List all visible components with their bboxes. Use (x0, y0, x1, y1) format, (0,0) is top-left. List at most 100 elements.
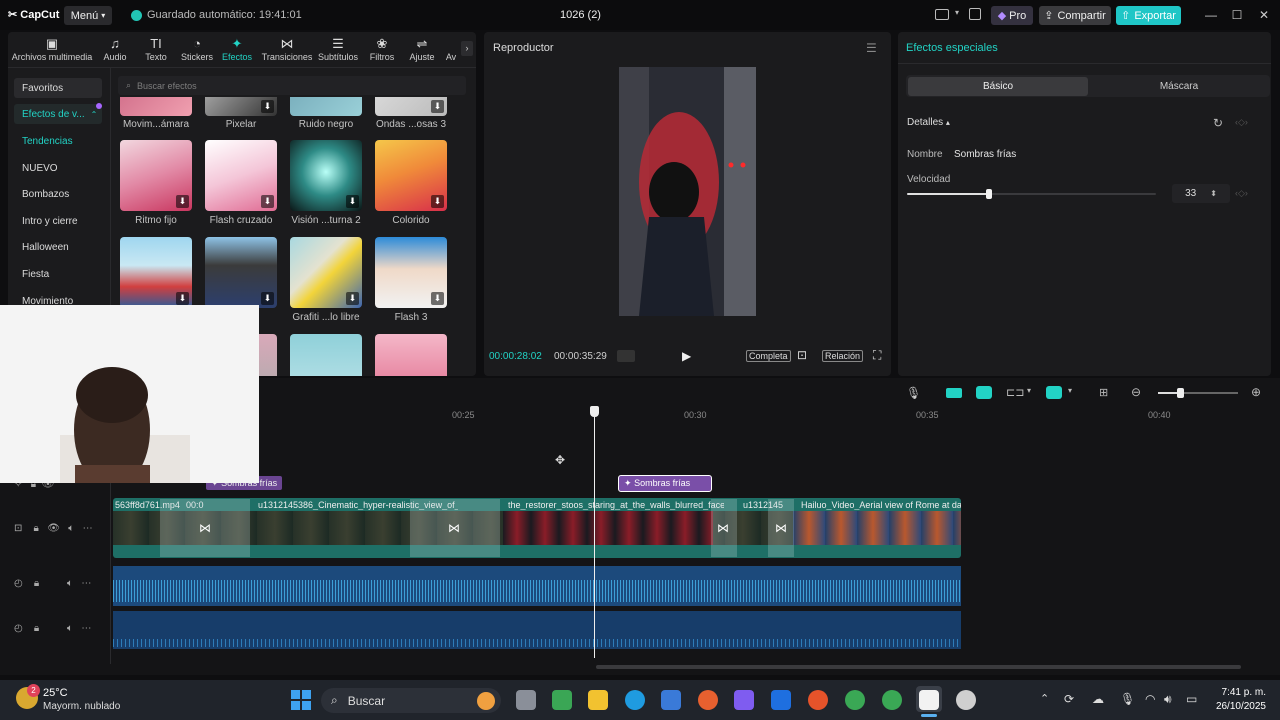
effect-thumb[interactable]: ⬇ (205, 237, 277, 308)
effect-thumb[interactable] (375, 334, 447, 376)
wifi-icon[interactable]: ◠ (1145, 692, 1155, 706)
microphone-icon[interactable]: 🎙︎ (1120, 692, 1135, 706)
tab-media[interactable]: ▣ Archivos multimedia (8, 36, 96, 62)
speaker-icon[interactable]: 🔈︎ (68, 523, 74, 534)
chevron-right-icon[interactable]: › (461, 41, 473, 56)
more-icon[interactable]: ⋯ (83, 523, 93, 534)
lock-icon[interactable]: 🔒︎ (34, 578, 39, 589)
effect-clip-selected[interactable]: ✦ Sombras frías (618, 475, 712, 492)
lock-icon[interactable]: 🔒︎ (34, 523, 39, 534)
more-icon[interactable]: ⋯ (81, 623, 91, 634)
edge-icon[interactable] (625, 690, 645, 710)
effect-thumb[interactable] (290, 97, 362, 116)
chrome-icon[interactable] (845, 690, 865, 710)
menu-icon[interactable]: ☰ (866, 41, 877, 55)
file-explorer-icon[interactable] (588, 690, 608, 710)
shortcut-icon[interactable] (969, 8, 981, 20)
speaker-icon[interactable]: 🔈︎ (67, 623, 73, 634)
split-icon[interactable]: ⊏⊐ (1006, 386, 1024, 399)
chevron-down-icon[interactable]: ▾ (1068, 386, 1072, 395)
lock-icon[interactable]: 🔒︎ (34, 623, 39, 634)
sidebar-item-favoritos[interactable]: Favoritos (14, 78, 102, 98)
tab-effects[interactable]: ✦ Efectos (212, 36, 262, 62)
sidebar-item-tendencias[interactable]: Tendencias (14, 131, 102, 151)
transition-icon[interactable]: ⋈ (775, 521, 787, 535)
chrome-icon[interactable] (882, 690, 902, 710)
clock-date[interactable]: 26/10/2025 (1212, 701, 1266, 712)
chevron-up-icon[interactable]: ⌃ (1040, 692, 1049, 705)
effect-thumb[interactable]: ⬇ (205, 140, 277, 211)
copilot-icon[interactable] (734, 690, 754, 710)
search-input[interactable]: ⌕ Buscar efectos (118, 76, 466, 95)
sync-icon[interactable]: ⟳ (1064, 692, 1074, 706)
playhead[interactable] (594, 408, 595, 658)
play-icon[interactable]: ▶ (682, 349, 691, 363)
app-icon[interactable] (771, 690, 791, 710)
effect-thumb[interactable] (290, 334, 362, 376)
stepper-icon[interactable]: ⬍ (1210, 189, 1217, 198)
chevron-down-icon[interactable]: ▾ (1027, 386, 1031, 395)
microphone-icon[interactable]: 🎙︎ (906, 386, 921, 400)
speed-input[interactable]: 33 ⬍ (1172, 184, 1230, 203)
maximize-icon[interactable]: ☐ (1227, 8, 1247, 22)
chevron-down-icon[interactable]: ▾ (955, 8, 959, 17)
snapshot-icon[interactable]: ⊡ (797, 348, 807, 362)
tab-subtitles[interactable]: ☰ Subtítulos (314, 36, 362, 62)
layout-icon[interactable] (935, 9, 949, 20)
sidebar-item-halloween[interactable]: Halloween (14, 237, 102, 257)
reset-icon[interactable]: ↻ (1213, 116, 1223, 130)
preview-axis-icon[interactable] (1046, 386, 1062, 399)
app-icon[interactable] (956, 690, 976, 710)
firefox-icon[interactable] (698, 690, 718, 710)
magnet-icon[interactable] (946, 388, 962, 398)
effect-thumb[interactable]: ⬇ (290, 237, 362, 308)
eye-icon[interactable]: 👁︎ (47, 523, 60, 534)
sidebar-item-fiesta[interactable]: Fiesta (14, 264, 102, 284)
more-icon[interactable]: ⋯ (81, 578, 91, 589)
effect-thumb[interactable]: ⬇ (120, 237, 192, 308)
tab-mask[interactable]: Máscara (1090, 77, 1268, 96)
fullscreen-icon[interactable]: ⛶ (873, 348, 881, 363)
effect-thumb[interactable]: ⬇ (290, 140, 362, 211)
zoom-out-icon[interactable]: ⊖ (1131, 385, 1141, 399)
keyframe-icon[interactable]: ‹◇› (1235, 117, 1248, 128)
effect-thumb[interactable]: ⬇ (375, 140, 447, 211)
menu-button[interactable]: Menú ▾ (64, 6, 112, 25)
tab-adjust[interactable]: ⇌ Ajuste (398, 36, 446, 62)
clock-time[interactable]: 7:41 p. m. (1212, 687, 1266, 698)
caption-icon[interactable]: ⊞ (1099, 386, 1108, 399)
effect-thumb[interactable]: ⬇ (120, 140, 192, 211)
sidebar-item-intro[interactable]: Intro y cierre (14, 211, 102, 231)
zoom-in-icon[interactable]: ⊕ (1251, 385, 1261, 399)
grid-icon[interactable] (617, 350, 635, 362)
share-button[interactable]: ⇪ Compartir (1039, 6, 1111, 25)
taskbar-search[interactable]: ⌕ Buscar (321, 688, 501, 713)
close-icon[interactable]: ✕ (1254, 8, 1274, 22)
store-icon[interactable] (661, 690, 681, 710)
tab-more[interactable]: Av (440, 36, 462, 62)
link-icon[interactable] (976, 386, 992, 399)
speaker-icon[interactable]: 🔈︎ (67, 578, 73, 589)
audio-track-2[interactable] (113, 611, 961, 649)
windows-start-icon[interactable] (291, 690, 311, 710)
transition-icon[interactable]: ⋈ (448, 521, 460, 535)
effect-thumb[interactable]: ⬇ (205, 97, 277, 116)
brave-icon[interactable] (808, 690, 828, 710)
tab-transitions[interactable]: ⋈ Transiciones (259, 36, 315, 62)
tab-basic[interactable]: Básico (908, 77, 1088, 96)
pro-button[interactable]: ◆ Pro (991, 6, 1033, 25)
cover-icon[interactable]: ⊡ (14, 523, 22, 534)
minimize-icon[interactable]: — (1201, 8, 1221, 22)
transition-icon[interactable]: ⋈ (717, 521, 729, 535)
sidebar-item-efectos[interactable]: Efectos de v... ⌃ (14, 104, 102, 124)
sidebar-item-bombazos[interactable]: Bombazos (14, 184, 102, 204)
effect-thumb[interactable]: ⬇ (375, 97, 447, 116)
task-view-icon[interactable] (516, 690, 536, 710)
export-button[interactable]: ⇧ Exportar (1116, 6, 1181, 25)
sidebar-item-nuevo[interactable]: NUEVO (14, 158, 102, 178)
audio-track-1[interactable] (113, 566, 961, 606)
volume-icon[interactable]: 🔊︎ (1164, 692, 1172, 707)
speed-slider-knob[interactable] (986, 189, 992, 199)
transition-icon[interactable]: ⋈ (199, 521, 211, 535)
keyframe-icon[interactable]: ‹◇› (1235, 188, 1248, 199)
